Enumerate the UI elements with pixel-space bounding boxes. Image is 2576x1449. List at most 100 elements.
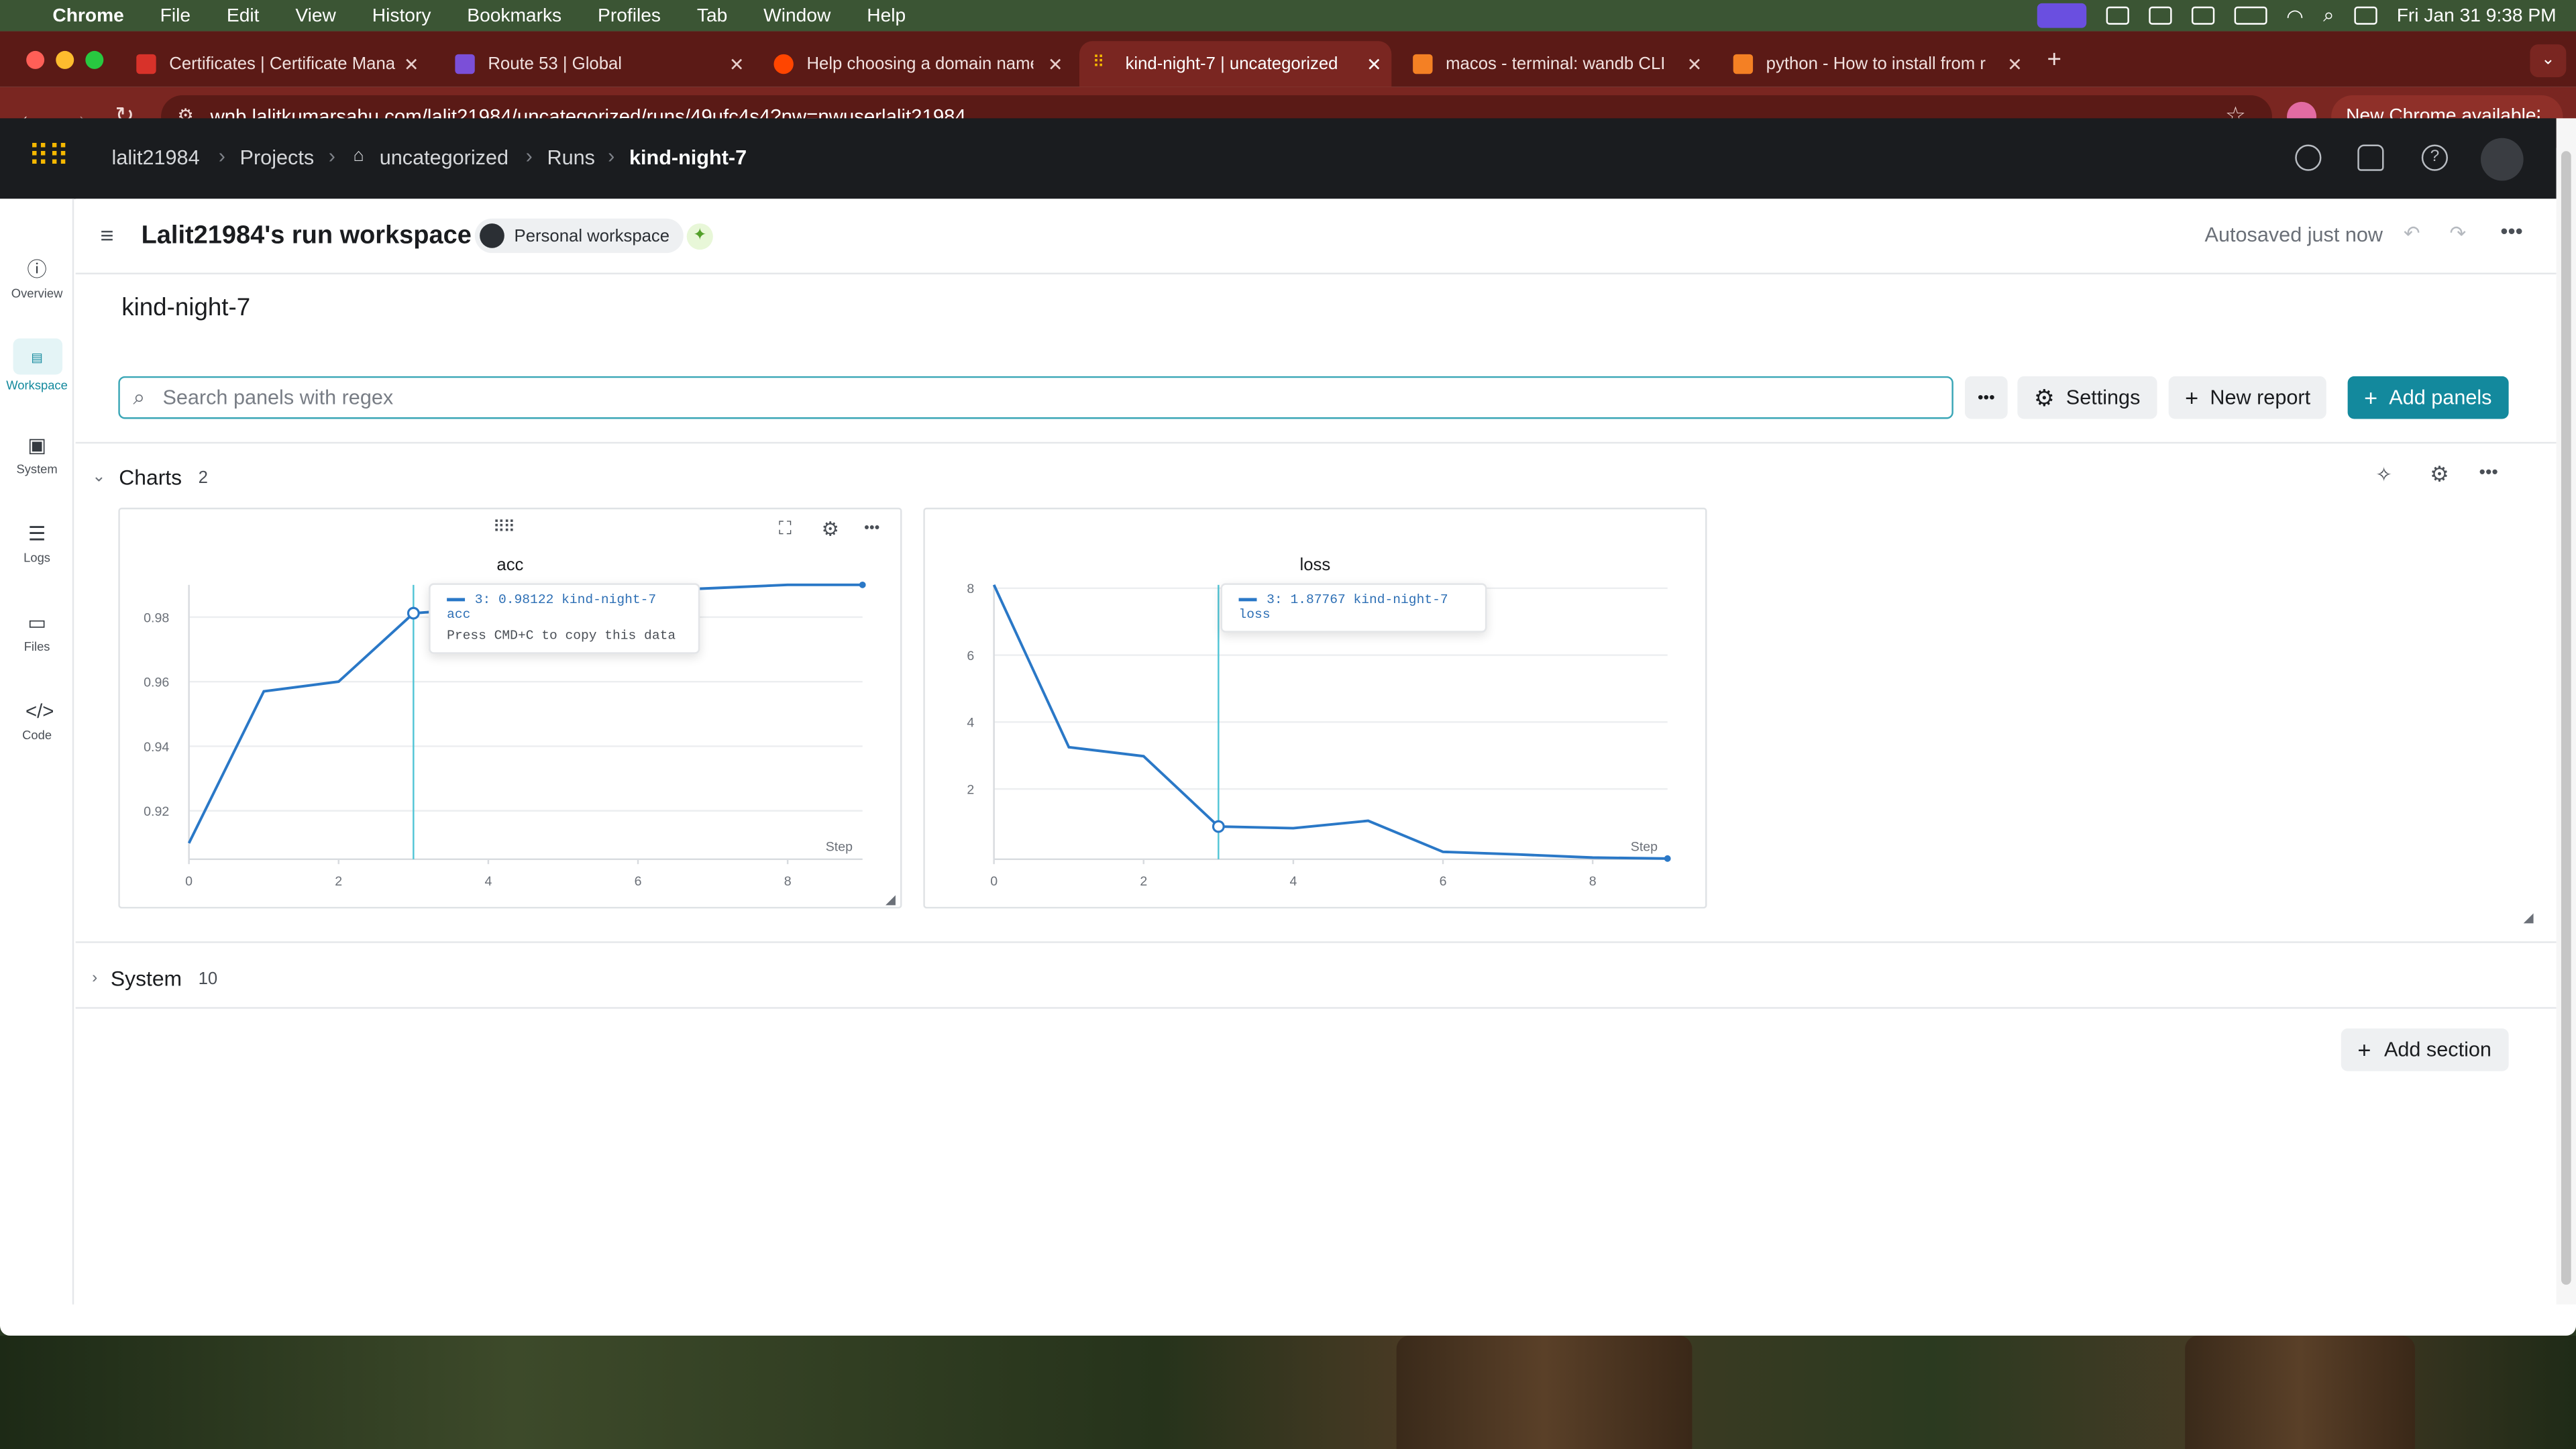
panel-search-field[interactable]: ⌕: [118, 376, 1953, 419]
new-tab-icon[interactable]: +: [2047, 46, 2061, 74]
close-tab-icon[interactable]: ✕: [1048, 54, 1063, 75]
nav-files[interactable]: ▭ Files: [0, 611, 74, 654]
series-swatch: [447, 598, 466, 602]
nav-system[interactable]: ▣ System: [0, 434, 74, 477]
search-options-button[interactable]: •••: [1965, 376, 2008, 419]
window-icon[interactable]: [2148, 6, 2171, 25]
breadcrumb-run[interactable]: kind-night-7: [629, 146, 747, 169]
add-section-button[interactable]: + Add section: [2341, 1028, 2508, 1071]
panel-search-input[interactable]: [162, 386, 1806, 409]
spotlight-icon[interactable]: ⌕: [2323, 3, 2334, 28]
nav-logs[interactable]: ☰ Logs: [0, 523, 74, 566]
more-options-icon[interactable]: •••: [2500, 219, 2522, 244]
menu-help[interactable]: Help: [867, 6, 906, 25]
sparkle-icon[interactable]: ✦: [686, 223, 713, 250]
resize-handle-icon[interactable]: ◢: [885, 892, 896, 907]
personal-workspace-badge[interactable]: Personal workspace: [474, 218, 683, 254]
chart-panel-acc[interactable]: ⠿⠿ ⛶ ⚙ ••• acc 0.92 0.94 0.96 0.98 0 2 4 6 8 Step…: [118, 507, 902, 909]
menu-profiles[interactable]: Profiles: [598, 6, 661, 25]
plus-icon: +: [2364, 384, 2378, 411]
zoom-window-icon[interactable]: [85, 50, 104, 69]
drive-icon[interactable]: [2105, 6, 2129, 25]
breadcrumb-projects[interactable]: Projects: [240, 146, 315, 169]
control-center-icon[interactable]: [2354, 6, 2377, 25]
notifications-bell-icon[interactable]: [2357, 144, 2384, 171]
section-resize-handle-icon[interactable]: ◢: [2524, 910, 2534, 925]
tab-stackexchange[interactable]: macos - terminal: wandb CLI ✕: [1400, 41, 1712, 87]
close-tab-icon[interactable]: ✕: [404, 54, 419, 75]
section-count: 10: [198, 968, 218, 989]
screen-record-icon[interactable]: [2036, 3, 2086, 28]
nav-overview[interactable]: ⓘ Overview: [0, 258, 74, 301]
menu-tab[interactable]: Tab: [697, 6, 727, 25]
add-section-label: Add section: [2383, 1038, 2491, 1062]
badge-label: Personal workspace: [514, 225, 670, 246]
section-settings-gear-icon[interactable]: ⚙: [2430, 462, 2449, 488]
plus-icon: +: [2357, 1036, 2371, 1063]
tab-route53[interactable]: Route 53 | Global ✕: [442, 41, 754, 87]
breadcrumb-user[interactable]: lalit21984: [112, 146, 200, 169]
y-tick-label: 0.98: [144, 610, 169, 625]
section-system-header[interactable]: › System 10: [92, 966, 217, 991]
minimize-window-icon[interactable]: [56, 50, 74, 69]
x-tick-label: 2: [1140, 874, 1147, 889]
nav-workspace[interactable]: ▤ Workspace: [0, 338, 74, 392]
menu-bookmarks[interactable]: Bookmarks: [467, 6, 561, 25]
breadcrumb-separator-icon: ›: [608, 144, 615, 168]
menu-file[interactable]: File: [160, 6, 191, 25]
breadcrumb-project[interactable]: uncategorized: [380, 146, 508, 169]
code-icon: </>: [25, 700, 54, 723]
close-tab-icon[interactable]: ✕: [1366, 54, 1382, 75]
help-icon[interactable]: ?: [2421, 144, 2449, 171]
tab-search-icon[interactable]: ⌄: [2530, 44, 2567, 78]
workspace-main: ≡ Lalit21984's run workspace Personal wo…: [75, 199, 2557, 1305]
breadcrumb-separator-icon: ›: [328, 144, 336, 168]
tab-reddit[interactable]: Help choosing a domain name ✕: [761, 41, 1073, 87]
user-avatar-icon[interactable]: [2480, 138, 2524, 181]
menu-app-name[interactable]: Chrome: [52, 6, 123, 25]
new-report-button[interactable]: + New report: [2168, 376, 2327, 419]
hamburger-menu-icon[interactable]: ≡: [100, 222, 113, 248]
tab-stackoverflow[interactable]: python - How to install from r ✕: [1720, 41, 2032, 87]
pin-icon[interactable]: ✧: [2375, 464, 2392, 486]
breadcrumb-runs[interactable]: Runs: [547, 146, 595, 169]
chart-tooltip: 3: 0.98122 kind-night-7 acc Press CMD+C …: [429, 583, 700, 654]
section-charts-header[interactable]: ⌄ Charts 2: [92, 465, 208, 490]
add-panels-button[interactable]: + Add panels: [2347, 376, 2509, 419]
tab-wandb-active[interactable]: ⠿ kind-night-7 | uncategorized ✕: [1079, 41, 1392, 87]
menu-history[interactable]: History: [372, 6, 431, 25]
settings-button[interactable]: ⚙ Settings: [2017, 376, 2157, 419]
redo-icon[interactable]: ↷: [2449, 222, 2466, 245]
scrollbar-thumb[interactable]: [2561, 151, 2571, 1285]
x-axis-label: Step: [826, 840, 853, 855]
menu-view[interactable]: View: [295, 6, 336, 25]
breadcrumb-separator-icon: ›: [218, 144, 225, 168]
section-more-icon[interactable]: •••: [2479, 464, 2498, 483]
search-icon[interactable]: [2295, 144, 2322, 171]
undo-icon[interactable]: ↶: [2404, 222, 2420, 245]
tab-certificates[interactable]: Certificates | Certificate Mana ✕: [123, 41, 429, 87]
page-scrollbar[interactable]: [2556, 118, 2576, 1305]
settings-label: Settings: [2065, 386, 2141, 409]
menu-window[interactable]: Window: [763, 6, 830, 25]
close-tab-icon[interactable]: ✕: [1687, 54, 1703, 75]
x-tick-label: 6: [1440, 874, 1447, 889]
tab-title: Certificates | Certificate Mana: [169, 54, 396, 74]
close-tab-icon[interactable]: ✕: [2007, 54, 2023, 75]
workspace-avatar-icon: [480, 223, 504, 248]
car-icon[interactable]: [2191, 6, 2214, 25]
tab-title: Route 53 | Global: [488, 54, 623, 74]
close-window-icon[interactable]: [26, 50, 45, 69]
chart-panel-loss[interactable]: loss 2 4 6 8 0 2 4 6 8 Step 3: 1.87767 kind-night…: [923, 507, 1707, 909]
nav-label: Files: [23, 639, 50, 654]
tab-strip: Certificates | Certificate Mana ✕ Route …: [0, 31, 2576, 87]
close-tab-icon[interactable]: ✕: [729, 54, 745, 75]
battery-icon[interactable]: [2233, 6, 2267, 25]
wifi-icon[interactable]: ◠: [2286, 4, 2304, 27]
hover-point: [407, 606, 420, 620]
menubar-clock[interactable]: Fri Jan 31 9:38 PM: [2397, 6, 2557, 25]
nav-code[interactable]: </> Code: [0, 700, 74, 743]
wandb-logo-icon[interactable]: ⠿⠿: [28, 140, 70, 174]
menu-edit[interactable]: Edit: [227, 6, 260, 25]
desktop-wallpaper: [0, 1336, 2576, 1449]
